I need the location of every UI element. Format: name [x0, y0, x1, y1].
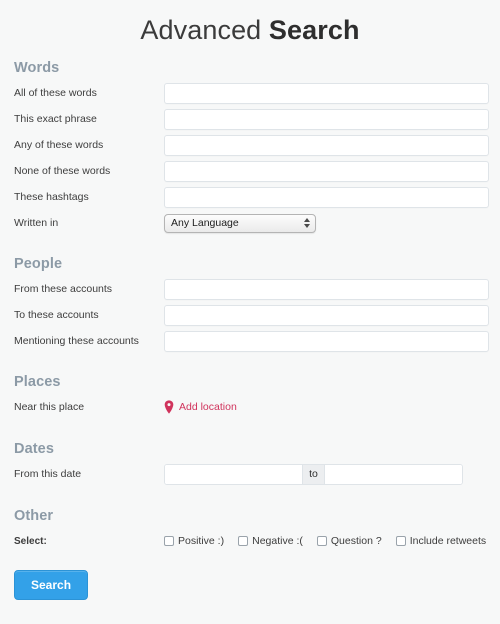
- section-heading-other: Other: [14, 508, 54, 524]
- page-title-light: Advanced: [140, 15, 262, 45]
- dates-rows: From this date to: [14, 461, 500, 487]
- input-none-of-these-words[interactable]: [164, 160, 489, 182]
- advanced-search-page: Advanced Search Words All of these words…: [0, 0, 500, 624]
- page-title-bold: Search: [268, 15, 360, 45]
- row-from-these-accounts: From these accounts: [14, 276, 500, 302]
- section-dates: Dates From this date to: [0, 441, 500, 487]
- label-from-these-accounts: From these accounts: [14, 282, 113, 295]
- label-none-of-these-words: None of these words: [14, 164, 111, 177]
- checkbox-item-positive[interactable]: Positive :): [164, 535, 224, 547]
- checkbox-negative[interactable]: [238, 536, 249, 546]
- label-any-of-these-words: Any of these words: [14, 138, 104, 151]
- row-from-this-date: From this date to: [14, 461, 500, 487]
- checkbox-item-include-retweets[interactable]: Include retweets: [395, 535, 487, 547]
- checkbox-question[interactable]: [316, 536, 327, 546]
- section-heading-places: Places: [14, 374, 61, 390]
- section-words: Words All of these words This exact phra…: [0, 60, 500, 236]
- checkbox-label-positive: Positive :): [178, 535, 225, 547]
- row-these-hashtags: These hashtags: [14, 184, 500, 210]
- row-to-these-accounts: To these accounts: [14, 302, 500, 328]
- row-written-in: Written in Any Language: [14, 210, 500, 236]
- input-date-to[interactable]: [324, 464, 462, 484]
- section-people: People From these accounts To these acco…: [0, 256, 500, 354]
- section-places: Places Near this place Add location: [0, 374, 500, 420]
- section-heading-words: Words: [14, 60, 60, 76]
- checkbox-item-question[interactable]: Question ?: [316, 535, 382, 547]
- label-all-of-these-words: All of these words: [14, 86, 97, 99]
- add-location-label: Add location: [179, 401, 237, 413]
- submit-row: Search: [0, 570, 500, 600]
- checkbox-include-retweets[interactable]: [395, 536, 406, 546]
- section-heading-people: People: [14, 256, 63, 272]
- row-all-of-these-words: All of these words: [14, 80, 500, 106]
- checkbox-label-negative: Negative :(: [252, 535, 303, 547]
- input-to-these-accounts[interactable]: [164, 304, 489, 326]
- section-heading-dates: Dates: [14, 441, 54, 457]
- label-from-this-date: From this date: [14, 467, 82, 480]
- input-any-of-these-words[interactable]: [164, 134, 489, 156]
- row-mentioning-these-accounts: Mentioning these accounts: [14, 328, 500, 354]
- date-range-separator: to: [302, 464, 325, 484]
- row-none-of-these-words: None of these words: [14, 158, 500, 184]
- language-select-value: Any Language: [171, 216, 239, 229]
- input-these-hashtags[interactable]: [164, 186, 489, 208]
- input-all-of-these-words[interactable]: [164, 82, 489, 104]
- input-mentioning-these-accounts[interactable]: [164, 330, 489, 352]
- section-other: Other Select: Positive :) Negative :(Qu…: [0, 508, 500, 554]
- label-mentioning-these-accounts: Mentioning these accounts: [14, 334, 139, 347]
- input-from-these-accounts[interactable]: [164, 278, 489, 300]
- other-rows: Select: Positive :) Negative :( Question…: [14, 528, 500, 554]
- filter-checkbox-group: Positive :) Negative :( Question ? Inclu…: [164, 535, 486, 547]
- add-location-link[interactable]: Add location: [164, 400, 237, 414]
- label-select: Select:: [14, 535, 47, 547]
- checkbox-item-negative[interactable]: Negative :(: [238, 535, 303, 547]
- map-pin-icon: [164, 400, 174, 414]
- language-select[interactable]: Any Language: [164, 213, 316, 233]
- row-this-exact-phrase: This exact phrase: [14, 106, 500, 132]
- updown-chevron-icon: [303, 216, 310, 231]
- checkbox-label-question: Question ?: [330, 535, 382, 547]
- checkbox-positive[interactable]: [164, 536, 174, 546]
- input-date-from[interactable]: [165, 464, 303, 484]
- checkbox-label-include-retweets: Include retweets: [409, 535, 487, 547]
- label-near-this-place: Near this place: [14, 400, 85, 413]
- label-these-hashtags: These hashtags: [14, 190, 89, 203]
- words-rows: All of these words This exact phrase Any…: [14, 80, 500, 236]
- row-select-filters: Select: Positive :) Negative :( Question…: [14, 528, 500, 554]
- places-rows: Near this place Add location: [14, 394, 500, 420]
- label-this-exact-phrase: This exact phrase: [14, 112, 97, 125]
- search-button[interactable]: Search: [14, 570, 89, 600]
- label-to-these-accounts: To these accounts: [14, 308, 99, 321]
- page-title: Advanced Search: [0, 0, 500, 46]
- input-this-exact-phrase[interactable]: [164, 108, 489, 130]
- people-rows: From these accounts To these accounts Me…: [14, 276, 500, 354]
- date-range-group: to: [164, 463, 463, 485]
- label-written-in: Written in: [14, 216, 59, 229]
- row-near-this-place: Near this place Add location: [14, 394, 500, 420]
- row-any-of-these-words: Any of these words: [14, 132, 500, 158]
